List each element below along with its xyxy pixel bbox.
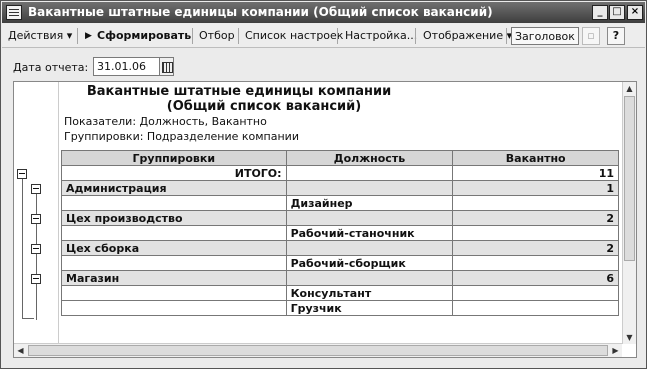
toolbar-separator — [415, 28, 416, 44]
position-name: Рабочий-сборщик — [285, 255, 454, 271]
collapse-icon[interactable] — [31, 274, 41, 284]
report-icon — [6, 5, 22, 20]
column-header: Вакантно — [452, 150, 619, 166]
table-cell — [452, 225, 619, 241]
group-name: Магазин — [61, 270, 287, 286]
scroll-down-icon[interactable]: ▼ — [623, 331, 636, 344]
group-value: 2 — [452, 210, 619, 226]
toolbar-separator — [192, 28, 193, 44]
table-cell — [285, 180, 454, 196]
table-cell — [61, 285, 287, 301]
report-subtitle: (Общий список вакансий) — [166, 99, 362, 114]
table-row[interactable]: Рабочий-станочник — [61, 225, 619, 241]
table-cell — [452, 285, 619, 301]
total-value: 11 — [452, 165, 619, 181]
generate-button[interactable]: Сформировать — [97, 27, 191, 45]
table-cell — [285, 270, 454, 286]
filter-button[interactable]: Отбор — [199, 27, 235, 45]
collapse-icon[interactable] — [17, 169, 27, 179]
table-row[interactable]: Дизайнер — [61, 195, 619, 211]
horizontal-scroll-thumb[interactable] — [28, 345, 608, 356]
table-cell — [285, 165, 454, 181]
tree-line — [22, 175, 23, 319]
report-date-field[interactable]: 31.01.06 — [93, 57, 161, 76]
group-row[interactable]: Администрация 1 — [61, 180, 619, 196]
report-indicators: Показатели: Должность, Вакантно — [64, 115, 267, 128]
toolbar: Действия ▾ ▶ Сформировать Отбор Список н… — [2, 24, 645, 48]
table-row[interactable]: Грузчик — [61, 300, 619, 316]
scroll-left-icon[interactable]: ◀ — [14, 344, 27, 357]
position-name: Дизайнер — [285, 195, 454, 211]
total-label: ИТОГО: — [61, 165, 287, 181]
column-header: Группировки — [61, 150, 287, 166]
report-title: Вакантные штатные единицы компании — [86, 84, 392, 99]
collapse-icon[interactable] — [31, 244, 41, 254]
window-title: Вакантные штатные единицы компании (Общи… — [28, 5, 493, 19]
table-cell — [61, 195, 287, 211]
toolbar-separator — [238, 28, 239, 44]
group-row[interactable]: Цех сборка 2 — [61, 240, 619, 256]
position-name: Грузчик — [285, 300, 454, 316]
table-cell — [61, 225, 287, 241]
position-name: Консультант — [285, 285, 454, 301]
position-name: Рабочий-станочник — [285, 225, 454, 241]
table-cell — [452, 195, 619, 211]
table-row[interactable]: Консультант — [61, 285, 619, 301]
group-name: Цех сборка — [61, 240, 287, 256]
toolbar-separator — [77, 28, 78, 44]
report-groupings: Группировки: Подразделение компании — [64, 130, 299, 143]
total-row: ИТОГО: 11 — [61, 165, 619, 181]
play-icon: ▶ — [85, 31, 92, 41]
tree-line — [36, 190, 37, 320]
group-row[interactable]: Магазин 6 — [61, 270, 619, 286]
table-cell — [285, 210, 454, 226]
scroll-right-icon[interactable]: ▶ — [609, 344, 622, 357]
table-cell — [285, 240, 454, 256]
column-header: Должность — [285, 150, 454, 166]
title-bar[interactable]: Вакантные штатные единицы компании (Общи… — [2, 2, 645, 23]
table-header-row: Группировки Должность Вакантно — [61, 150, 619, 166]
copy-icon[interactable]: ▫ — [582, 27, 600, 45]
help-button[interactable]: ? — [607, 27, 625, 45]
table-cell — [452, 255, 619, 271]
tree-line — [22, 318, 34, 319]
collapse-icon[interactable] — [31, 214, 41, 224]
group-name: Администрация — [61, 180, 287, 196]
actions-menu[interactable]: Действия ▾ — [8, 27, 72, 45]
group-value: 6 — [452, 270, 619, 286]
toolbar-separator — [506, 28, 507, 44]
calendar-icon[interactable] — [159, 57, 174, 76]
header-toggle-button[interactable]: Заголовок — [511, 27, 579, 45]
group-name: Цех производство — [61, 210, 287, 226]
report-date-label: Дата отчета: — [13, 61, 89, 74]
vertical-scroll-thumb[interactable] — [624, 96, 635, 261]
group-value: 1 — [452, 180, 619, 196]
toolbar-separator — [337, 28, 338, 44]
table-row[interactable]: Рабочий-сборщик — [61, 255, 619, 271]
settings-button[interactable]: Настройка... — [345, 27, 417, 45]
grouping-gutter — [14, 82, 59, 344]
display-menu[interactable]: Отображение ▾ — [423, 27, 512, 45]
table-cell — [61, 255, 287, 271]
maximize-button[interactable]: □ — [609, 5, 625, 20]
report-area[interactable]: Вакантные штатные единицы компании (Общи… — [13, 81, 637, 358]
report-table: Группировки Должность Вакантно ИТОГО: 11… — [61, 150, 619, 316]
close-button[interactable]: × — [627, 5, 643, 20]
report-window: Вакантные штатные единицы компании (Общи… — [0, 0, 647, 369]
minimize-button[interactable]: _ — [592, 5, 608, 20]
scroll-up-icon[interactable]: ▲ — [623, 82, 636, 95]
collapse-icon[interactable] — [31, 184, 41, 194]
settings-list-button[interactable]: Список настроек — [245, 27, 343, 45]
horizontal-scrollbar[interactable]: ◀ ▶ — [14, 343, 622, 357]
table-cell — [452, 300, 619, 316]
group-value: 2 — [452, 240, 619, 256]
vertical-scrollbar[interactable]: ▲ ▼ — [622, 82, 636, 344]
group-row[interactable]: Цех производство 2 — [61, 210, 619, 226]
table-cell — [61, 300, 287, 316]
